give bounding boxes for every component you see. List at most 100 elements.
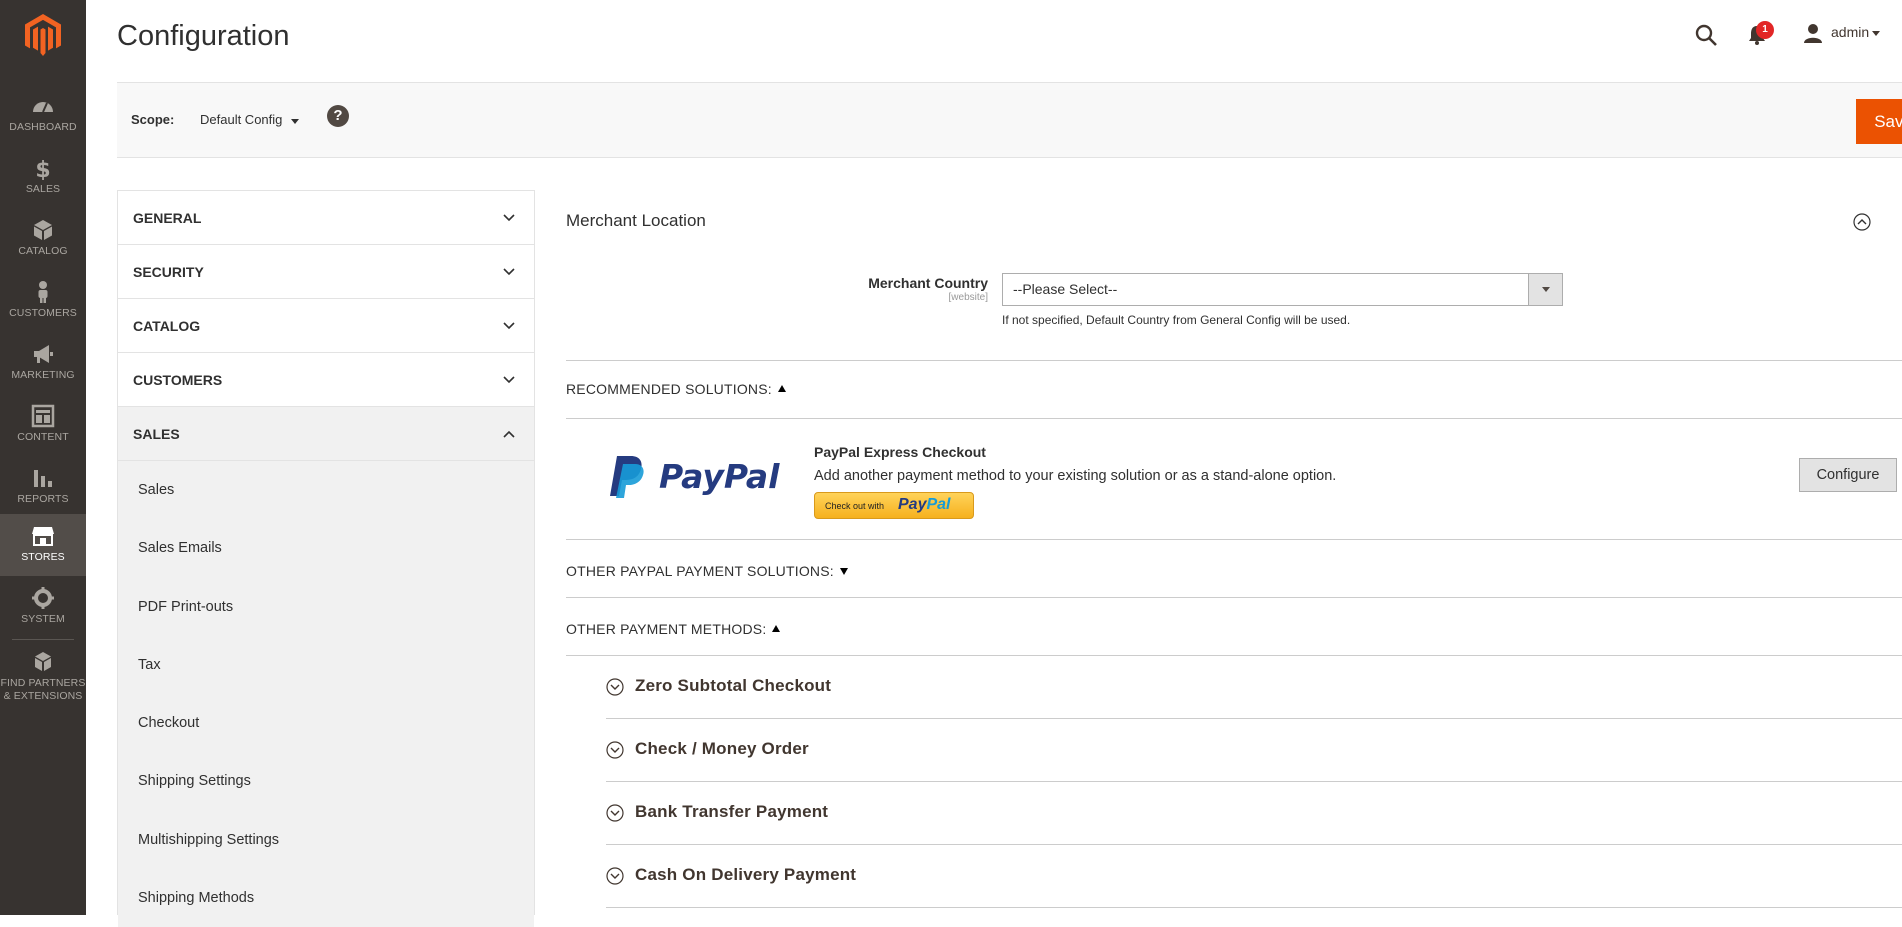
chevron-down-icon[interactable] <box>291 119 299 124</box>
search-icon[interactable] <box>1694 23 1718 47</box>
nav-content[interactable]: CONTENT <box>0 394 86 456</box>
merchant-country-select[interactable]: --Please Select-- <box>1002 273 1563 306</box>
user-menu[interactable]: admin <box>1831 24 1869 40</box>
nav-marketing[interactable]: MARKETING <box>0 332 86 394</box>
save-config-button[interactable]: Save Config <box>1856 99 1902 144</box>
user-name: admin <box>1831 24 1870 40</box>
tab-item-multishipping-settings[interactable]: Multishipping Settings <box>118 811 534 869</box>
group-label: OTHER PAYPAL PAYMENT SOLUTIONS: <box>566 563 834 579</box>
paypal-badge-text: Check out with <box>825 501 885 511</box>
payment-method-bank-transfer[interactable]: Bank Transfer Payment <box>606 782 1902 845</box>
recommended-solutions-toggle[interactable]: RECOMMENDED SOLUTIONS: <box>566 381 786 397</box>
select-arrow-icon[interactable] <box>1528 274 1562 305</box>
divider <box>566 418 1902 419</box>
divider <box>566 539 1902 540</box>
chevron-down-icon[interactable] <box>1872 31 1880 36</box>
payment-method-title: Zero Subtotal Checkout <box>635 676 832 695</box>
notification-badge[interactable]: 1 <box>1756 21 1774 39</box>
user-icon[interactable] <box>1803 23 1823 43</box>
payment-method-title: Cash On Delivery Payment <box>635 865 857 884</box>
gear-icon <box>32 587 54 609</box>
payment-method-cash-on-delivery[interactable]: Cash On Delivery Payment <box>606 845 1902 908</box>
tab-label: GENERAL <box>133 210 202 226</box>
chevron-down-icon <box>503 214 515 222</box>
tab-label: SALES <box>133 426 180 442</box>
payment-method-title: Check / Money Order <box>635 739 809 758</box>
nav-stores[interactable]: STORES <box>0 514 86 576</box>
tab-general[interactable]: GENERAL <box>118 191 534 245</box>
nav-dashboard[interactable]: DASHBOARD <box>0 84 86 146</box>
merchant-location-title[interactable]: Merchant Location <box>566 211 706 231</box>
expand-icon <box>606 678 624 696</box>
tab-label: CATALOG <box>133 318 201 334</box>
page-actions-bar: Scope: Default Config ? Save Config <box>117 82 1902 158</box>
configure-button[interactable]: Configure <box>1799 458 1897 492</box>
nav-label-line1: FIND PARTNERS <box>0 677 86 689</box>
tab-item-sales[interactable]: Sales <box>118 461 534 519</box>
nav-label-line2: & EXTENSIONS <box>3 690 83 702</box>
tab-sales[interactable]: SALES <box>118 407 534 461</box>
nav-catalog[interactable]: CATALOG <box>0 208 86 270</box>
tab-customers[interactable]: CUSTOMERS <box>118 353 534 407</box>
nav-customers[interactable]: CUSTOMERS <box>0 270 86 332</box>
payment-method-title: Bank Transfer Payment <box>635 802 829 821</box>
tab-item-shipping-settings[interactable]: Shipping Settings <box>118 752 534 810</box>
box-icon <box>34 220 52 240</box>
nav-find-partners[interactable]: FIND PARTNERS & EXTENSIONS <box>0 640 86 714</box>
tab-security[interactable]: SECURITY <box>118 245 534 299</box>
tab-item-tax[interactable]: Tax <box>118 636 534 694</box>
megaphone-icon <box>34 345 53 363</box>
paypal-logo-text: PayPal <box>659 457 780 496</box>
paypal-checkout-badge: Check out with PayPal <box>814 492 974 519</box>
collapse-icon[interactable] <box>1853 213 1871 231</box>
nav-label: REPORTS <box>17 493 69 505</box>
nav-label: STORES <box>21 551 65 563</box>
nav-label: MARKETING <box>11 369 75 381</box>
chevron-up-icon <box>503 430 515 438</box>
admin-sidebar: DASHBOARD $ SALES CATALOG CUSTOMERS MARK… <box>0 0 86 915</box>
tab-item-shipping-methods[interactable]: Shipping Methods <box>118 869 534 927</box>
tab-label: CUSTOMERS <box>133 372 223 388</box>
expand-icon <box>606 741 624 759</box>
triangle-up-icon <box>777 385 786 392</box>
nav-reports[interactable]: REPORTS <box>0 456 86 518</box>
payment-method-check-money-order[interactable]: Check / Money Order <box>606 719 1902 782</box>
select-value: --Please Select-- <box>1013 281 1118 297</box>
nav-system[interactable]: SYSTEM <box>0 576 86 638</box>
other-payment-methods-toggle[interactable]: OTHER PAYMENT METHODS: <box>566 621 781 637</box>
tab-item-checkout[interactable]: Checkout <box>118 694 534 752</box>
magento-logo-icon[interactable] <box>25 14 61 56</box>
tab-catalog[interactable]: CATALOG <box>118 299 534 353</box>
nav-label: CUSTOMERS <box>9 307 77 319</box>
group-label: OTHER PAYMENT METHODS: <box>566 621 767 637</box>
tab-item-sales-emails[interactable]: Sales Emails <box>118 519 534 577</box>
expand-icon <box>606 804 624 822</box>
triangle-down-icon <box>839 568 848 575</box>
paypal-express-description: Add another payment method to your exist… <box>814 468 1337 484</box>
divider <box>566 360 1902 361</box>
paypal-express-title: PayPal Express Checkout <box>814 444 986 460</box>
payment-method-zero-subtotal[interactable]: Zero Subtotal Checkout <box>606 656 1902 719</box>
scope-label: Scope: <box>131 112 175 127</box>
scope-switcher[interactable]: Default Config <box>200 112 282 127</box>
chevron-down-icon <box>503 322 515 330</box>
nav-sales[interactable]: $ SALES <box>0 146 86 208</box>
triangle-up-icon <box>772 625 781 632</box>
dollar-icon: $ <box>35 158 50 180</box>
nav-label: DASHBOARD <box>9 121 77 133</box>
person-icon <box>38 281 48 303</box>
nav-label: CATALOG <box>18 245 68 257</box>
help-icon[interactable]: ? <box>327 105 349 127</box>
field-scope-label: [website] <box>948 292 988 303</box>
other-paypal-solutions-toggle[interactable]: OTHER PAYPAL PAYMENT SOLUTIONS: <box>566 563 848 579</box>
nav-label: CONTENT <box>17 431 69 443</box>
store-icon <box>32 527 54 546</box>
paypal-badge-brand: PayPal <box>898 496 950 514</box>
config-tabs: GENERAL SECURITY CATALOG CUSTOMERS SALES… <box>117 190 535 927</box>
sales-subitems: Sales Sales Emails PDF Print-outs Tax Ch… <box>118 461 534 927</box>
merchant-country-note: If not specified, Default Country from G… <box>1002 313 1351 327</box>
group-label: RECOMMENDED SOLUTIONS: <box>566 381 772 397</box>
chevron-down-icon <box>503 376 515 384</box>
merchant-country-label: Merchant Country <box>868 275 988 291</box>
tab-item-pdf-printouts[interactable]: PDF Print-outs <box>118 578 534 636</box>
